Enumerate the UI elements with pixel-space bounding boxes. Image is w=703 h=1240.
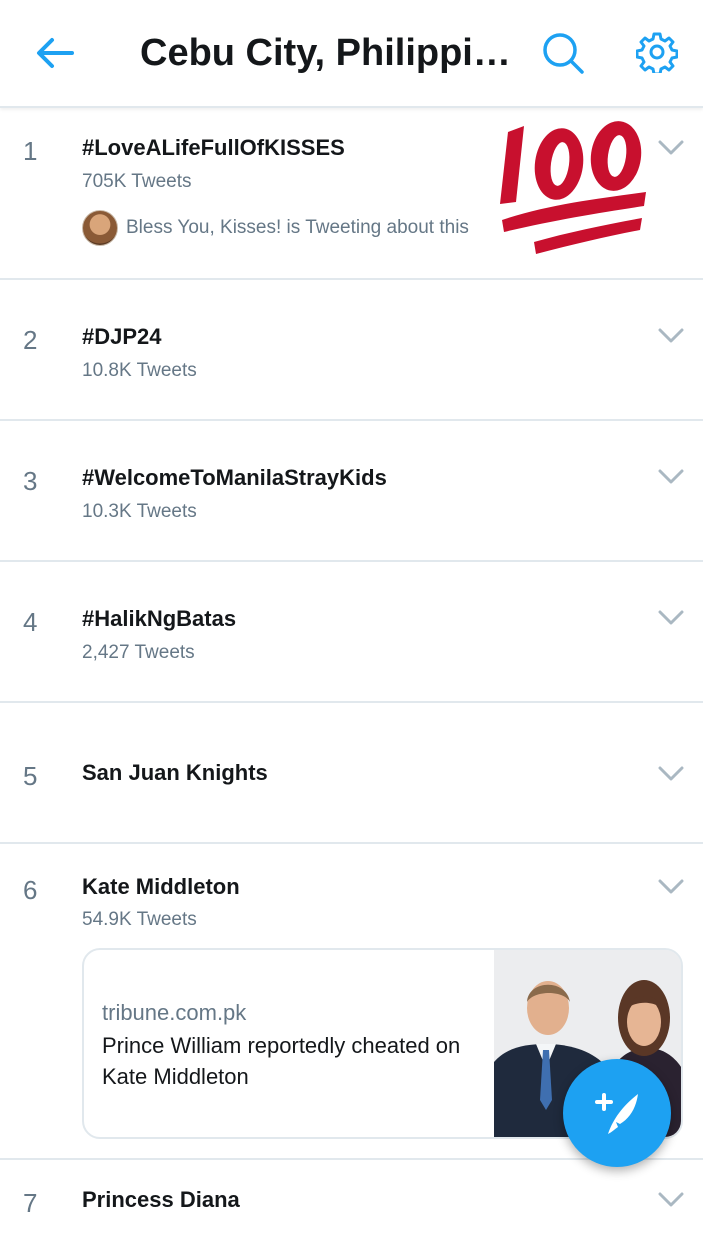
trend-rank: 5 — [23, 761, 38, 791]
compose-tweet-icon — [595, 1093, 638, 1134]
trend-item[interactable]: 7 Princess Diana — [0, 1160, 703, 1240]
chevron-down-icon[interactable] — [658, 879, 684, 895]
chevron-down-icon[interactable] — [658, 766, 684, 782]
trend-tweet-count: 705K Tweets — [82, 171, 192, 192]
trend-item[interactable]: 4 #HalikNgBatas 2,427 Tweets — [0, 562, 703, 703]
search-button[interactable] — [537, 27, 589, 79]
trend-name: #LoveALifeFullOfKISSES — [82, 135, 345, 160]
trend-context-text: Bless You, Kisses! is Tweeting about thi… — [126, 217, 469, 238]
trend-item[interactable]: 3 #WelcomeToManilaStrayKids 10.3K Tweets — [0, 421, 703, 562]
trend-rank: 2 — [23, 325, 38, 355]
trend-tweet-count: 10.8K Tweets — [82, 360, 197, 381]
trend-name: San Juan Knights — [82, 760, 268, 785]
search-icon — [543, 33, 584, 74]
trend-name: #WelcomeToManilaStrayKids — [82, 465, 387, 490]
card-text: tribune.com.pk Prince William reportedly… — [102, 998, 482, 1092]
trend-name: Kate Middleton — [82, 874, 240, 899]
settings-button[interactable] — [631, 26, 683, 78]
trend-name: #HalikNgBatas — [82, 606, 237, 631]
trend-rank: 4 — [23, 607, 38, 637]
hundred-points-emoji-icon — [500, 121, 646, 254]
trend-tweet-count: 54.9K Tweets — [82, 909, 197, 930]
compose-tweet-button[interactable] — [563, 1059, 671, 1167]
trend-tweet-count: 10.3K Tweets — [82, 501, 197, 522]
trend-item[interactable]: 5 San Juan Knights — [0, 703, 703, 844]
chevron-down-icon[interactable] — [658, 1192, 684, 1208]
trend-context: Bless You, Kisses! is Tweeting about thi… — [82, 208, 469, 248]
gear-icon — [636, 32, 678, 73]
back-arrow-icon — [37, 38, 74, 68]
app-header: Cebu City, Philippi… — [0, 0, 703, 108]
trend-tweet-count: 2,427 Tweets — [82, 642, 195, 663]
avatar — [82, 210, 118, 246]
chevron-down-icon[interactable] — [658, 140, 684, 156]
trend-rank: 7 — [23, 1188, 38, 1218]
trend-name: Princess Diana — [82, 1187, 240, 1212]
card-domain: tribune.com.pk — [102, 1000, 247, 1025]
trend-rank: 1 — [23, 136, 38, 166]
card-headline: Prince William reportedly cheated on Kat… — [102, 1033, 461, 1089]
trend-rank: 3 — [23, 466, 38, 496]
page-title: Cebu City, Philippi… — [140, 32, 510, 74]
trend-item[interactable]: 2 #DJP24 10.8K Tweets — [0, 280, 703, 421]
trend-name: #DJP24 — [82, 324, 162, 349]
chevron-down-icon[interactable] — [658, 328, 684, 344]
back-button[interactable] — [28, 28, 82, 78]
chevron-down-icon[interactable] — [658, 610, 684, 626]
trend-rank: 6 — [23, 875, 38, 905]
chevron-down-icon[interactable] — [658, 469, 684, 485]
